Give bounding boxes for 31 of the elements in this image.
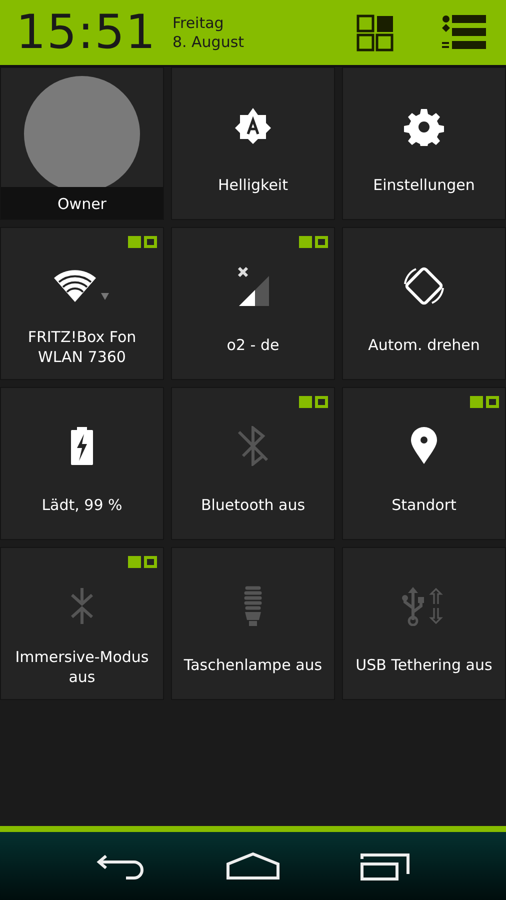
tile-label: Immersive-Modus aus (14, 647, 150, 687)
tile-label: Taschenlampe aus (182, 655, 324, 675)
quick-settings-tile[interactable]: Autom. drehen (342, 227, 506, 380)
tile-label: Bluetooth aus (200, 495, 306, 515)
quick-settings-tile[interactable]: Immersive-Modus aus (0, 547, 164, 700)
tile-label: Autom. drehen (367, 335, 481, 355)
quick-settings-tile[interactable]: USB Tethering aus (342, 547, 506, 700)
tile-label: Einstellungen (372, 175, 476, 195)
quick-settings-tile[interactable]: FRITZ!Box Fon WLAN 7360 (0, 227, 164, 380)
quick-settings-tile[interactable]: Helligkeit (171, 67, 335, 220)
quick-settings-tile[interactable]: o2 - de (171, 227, 335, 380)
tile-label: Helligkeit (217, 175, 289, 195)
quick-settings-tile[interactable]: Bluetooth aus (171, 387, 335, 540)
date-text: 8. August (172, 32, 244, 52)
quick-settings-tile[interactable]: Standort (342, 387, 506, 540)
tile-label: Standort (390, 495, 458, 515)
quick-settings-tile[interactable]: Lädt, 99 % (0, 387, 164, 540)
tile-label: o2 - de (226, 335, 280, 355)
quick-settings-tile[interactable]: Taschenlampe aus (171, 547, 335, 700)
weekday-text: Freitag (172, 14, 225, 32)
tiles-view-icon[interactable] (356, 14, 394, 52)
recent-apps-icon[interactable] (360, 851, 410, 881)
tile-label: Lädt, 99 % (40, 495, 124, 515)
clock-time: 15:51 (16, 9, 156, 56)
quick-settings-tile[interactable]: Owner (0, 67, 164, 220)
tile-label: FRITZ!Box Fon WLAN 7360 (26, 327, 138, 367)
list-view-icon[interactable] (442, 14, 486, 52)
tile-label: USB Tethering aus (354, 655, 494, 675)
quick-settings-tile[interactable]: Einstellungen (342, 67, 506, 220)
user-name: Owner (1, 186, 163, 219)
home-icon[interactable] (226, 851, 280, 881)
